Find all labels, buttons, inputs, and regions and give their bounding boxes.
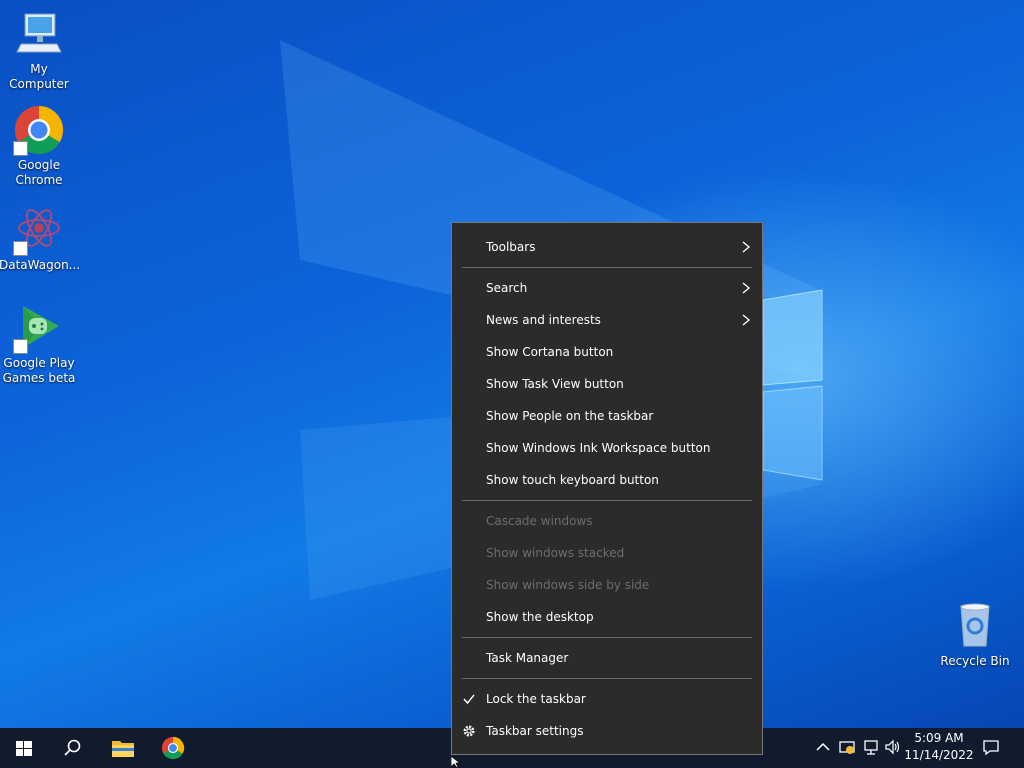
google-chrome-desktop-icon[interactable]: Google Chrome — [0, 104, 79, 188]
clock-time: 5:09 AM — [914, 731, 964, 745]
chrome-icon — [161, 736, 185, 760]
shortcut-arrow-icon — [13, 241, 28, 256]
menu-item-label: Show windows side by side — [486, 578, 650, 592]
search-icon — [64, 739, 81, 756]
windows-logo-icon — [16, 741, 32, 756]
menu-separator — [462, 637, 752, 638]
menu-item-search[interactable]: Search — [452, 272, 762, 304]
chevron-right-icon — [742, 314, 751, 326]
my-computer-desktop-icon[interactable]: My Computer — [0, 8, 79, 92]
datawagon-desktop-icon[interactable]: DataWagon... — [0, 204, 81, 273]
mouse-cursor-icon — [451, 756, 462, 768]
folder-icon — [112, 741, 134, 757]
chevron-up-icon[interactable] — [814, 738, 832, 756]
menu-item-label: Show touch keyboard button — [486, 473, 659, 487]
datawagon-label: DataWagon... — [0, 258, 81, 272]
menu-item-show-task-view-button[interactable]: Show Task View button — [452, 368, 762, 400]
menu-item-toolbars[interactable]: Toolbars — [452, 231, 762, 263]
chevron-right-icon — [742, 241, 751, 253]
chrome-taskbar-button[interactable] — [148, 728, 196, 768]
recycle-bin-icon — [949, 600, 1001, 652]
chevron-right-icon — [742, 282, 751, 294]
shortcut-arrow-icon — [13, 339, 28, 354]
play-games-icon — [13, 302, 65, 354]
menu-item-label: Taskbar settings — [486, 724, 584, 738]
menu-item-show-touch-keyboard[interactable]: Show touch keyboard button — [452, 464, 762, 496]
menu-item-label: Show the desktop — [486, 610, 594, 624]
menu-item-news-and-interests[interactable]: News and interests — [452, 304, 762, 336]
menu-item-cascade-windows: Cascade windows — [452, 505, 762, 537]
computer-icon — [13, 8, 65, 60]
menu-item-show-windows-side-by-side: Show windows side by side — [452, 569, 762, 601]
gear-icon — [463, 725, 475, 737]
menu-item-label: Toolbars — [486, 240, 536, 254]
menu-item-show-cortana-button[interactable]: Show Cortana button — [452, 336, 762, 368]
menu-item-show-windows-ink-workspace[interactable]: Show Windows Ink Workspace button — [452, 432, 762, 464]
menu-item-show-windows-stacked: Show windows stacked — [452, 537, 762, 569]
taskbar-context-menu: Toolbars Search News and interests Show … — [451, 222, 763, 755]
security-icon[interactable] — [838, 738, 856, 756]
google-play-games-label: Google Play Games beta — [2, 356, 76, 385]
menu-item-label: News and interests — [486, 313, 601, 327]
network-icon[interactable] — [862, 738, 880, 756]
menu-item-taskbar-settings[interactable]: Taskbar settings — [452, 715, 762, 747]
datawagon-icon — [13, 204, 65, 256]
recycle-bin-label: Recycle Bin — [940, 654, 1010, 668]
menu-separator — [462, 678, 752, 679]
menu-item-label: Cascade windows — [486, 514, 593, 528]
google-chrome-label: Google Chrome — [15, 158, 63, 187]
notification-icon[interactable] — [982, 738, 1000, 756]
my-computer-label: My Computer — [9, 62, 69, 91]
menu-item-task-manager[interactable]: Task Manager — [452, 642, 762, 674]
shortcut-arrow-icon — [13, 141, 28, 156]
start-button[interactable] — [0, 728, 48, 768]
google-play-games-desktop-icon[interactable]: Google Play Games beta — [0, 302, 79, 386]
clock-date: 11/14/2022 — [904, 748, 974, 762]
search-button[interactable] — [48, 728, 96, 768]
menu-separator — [462, 500, 752, 501]
menu-item-label: Show Task View button — [486, 377, 624, 391]
menu-item-label: Lock the taskbar — [486, 692, 586, 706]
menu-item-label: Show Windows Ink Workspace button — [486, 441, 711, 455]
menu-item-label: Search — [486, 281, 528, 295]
menu-item-show-the-desktop[interactable]: Show the desktop — [452, 601, 762, 633]
menu-item-label: Show windows stacked — [486, 546, 625, 560]
menu-item-lock-the-taskbar[interactable]: Lock the taskbar — [452, 683, 762, 715]
menu-item-label: Show Cortana button — [486, 345, 614, 359]
menu-separator — [462, 267, 752, 268]
checkmark-icon — [463, 694, 475, 705]
taskbar-clock[interactable]: 5:09 AM 11/14/2022 — [898, 730, 980, 764]
menu-item-label: Task Manager — [486, 651, 569, 665]
chrome-icon — [13, 104, 65, 156]
file-explorer-button[interactable] — [98, 728, 146, 768]
menu-item-show-people[interactable]: Show People on the taskbar — [452, 400, 762, 432]
menu-item-label: Show People on the taskbar — [486, 409, 654, 423]
recycle-bin-desktop-icon[interactable]: Recycle Bin — [935, 600, 1015, 669]
